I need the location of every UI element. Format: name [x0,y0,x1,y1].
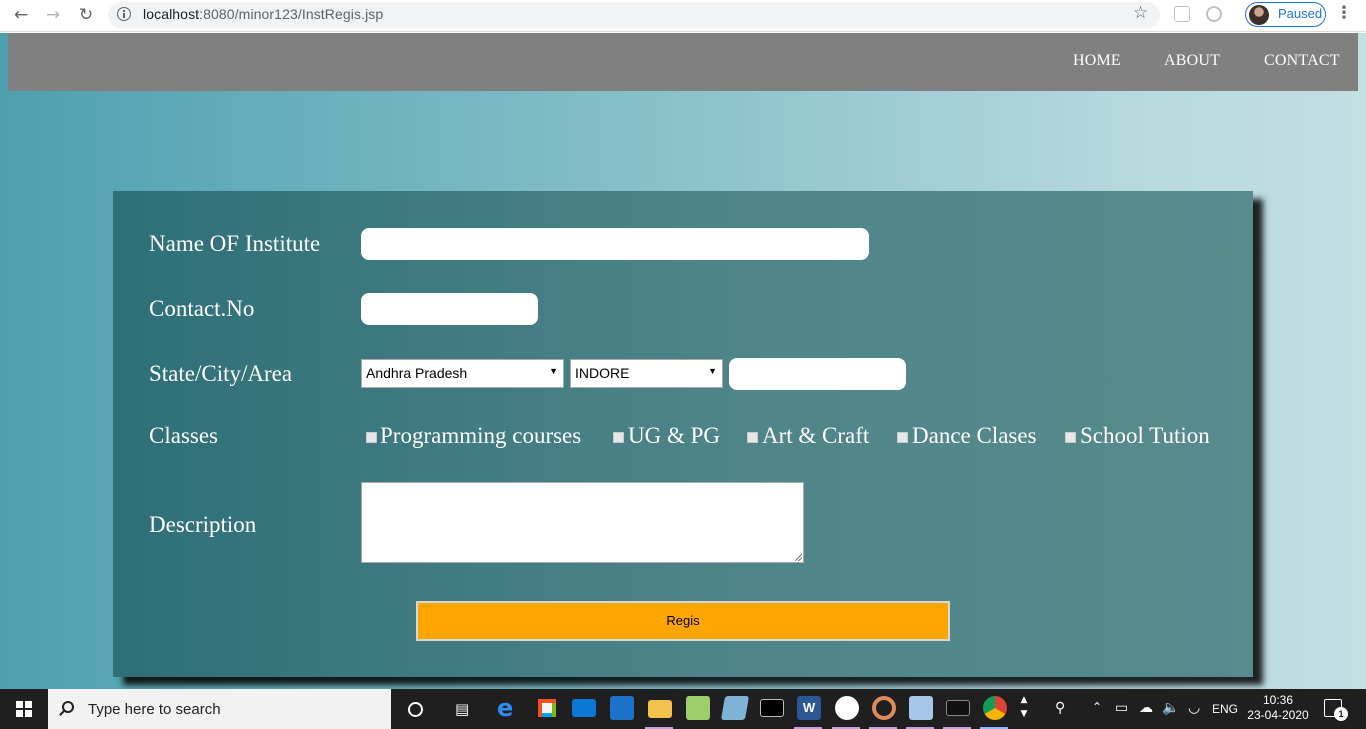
show-hidden-icons-icon[interactable]: ⌃ [1092,700,1102,714]
checkbox-label: School Tution [1080,423,1210,448]
profile-status: Paused [1278,6,1323,21]
onedrive-cloud-icon[interactable]: ☁ [1139,700,1153,716]
edge-icon[interactable]: e [497,696,521,720]
checkbox-dance-clases[interactable] [897,432,908,443]
battery-icon[interactable]: ▭ [1115,700,1128,716]
name-label: Name OF Institute [149,231,321,256]
photos-icon[interactable] [835,696,859,720]
description-textarea[interactable] [361,482,804,563]
reload-button[interactable]: ↻ [73,4,99,26]
page-background: HOME ABOUT CONTACT Name OF Institute Con… [0,33,1366,689]
nav-contact-link[interactable]: CONTACT [1264,52,1340,70]
clock-date: 23-04-2020 [1247,708,1309,722]
city-selected-value: INDORE [575,365,630,381]
onenote-icon[interactable] [720,696,750,720]
bookmark-star-icon[interactable]: ☆ [1133,3,1148,23]
checkbox-ug-pg[interactable] [613,432,624,443]
taskbar-scroll[interactable]: ▲ ▼ [1017,689,1031,729]
checkbox-label: Dance Clases [912,423,1037,448]
back-button[interactable]: ← [8,4,34,26]
avatar [1249,5,1269,25]
store-icon[interactable] [535,696,559,720]
clock-time: 10:36 [1262,693,1294,707]
address-bar[interactable]: localhost:8080/minor123/InstRegis.jsp [108,2,1160,28]
registration-form: Name OF Institute Contact.No State/City/… [113,191,1253,677]
chevron-down-icon: ▼ [708,366,717,376]
state-selected-value: Andhra Pradesh [366,365,468,381]
url-text[interactable]: localhost:8080/minor123/InstRegis.jsp [143,6,383,22]
area-input[interactable] [729,358,906,390]
extension-compass-icon[interactable] [1206,6,1222,22]
info-icon[interactable] [117,7,131,21]
description-label: Description [149,512,257,537]
classes-checkbox-group: Programming courses UG & PG Art & Craft … [361,423,1221,453]
state-select[interactable]: Andhra Pradesh ▼ [361,359,564,388]
notepad-icon[interactable] [686,696,710,720]
browser-toolbar: ← → ↻ localhost:8080/minor123/InstRegis.… [0,0,1366,32]
console-icon[interactable] [946,700,970,716]
contact-number-input[interactable] [361,293,538,325]
cortana-icon[interactable] [408,702,423,717]
institute-name-input[interactable] [361,228,869,260]
checkbox-programming-courses[interactable] [366,432,377,443]
notification-badge: 1 [1334,707,1348,721]
word-icon[interactable]: W [797,696,821,720]
site-navbar: HOME ABOUT CONTACT [8,33,1358,91]
3d-viewer-icon[interactable] [909,696,933,720]
checkbox-art-craft[interactable] [747,432,758,443]
extension-icon[interactable] [1174,6,1190,22]
volume-icon[interactable]: 🔈 [1162,700,1179,716]
clock[interactable]: 10:36 23-04-2020 [1246,693,1310,723]
location-label: State/City/Area [149,361,293,386]
input-language[interactable]: ENG [1212,702,1238,716]
audio-app-icon[interactable] [610,696,634,720]
taskbar-search-box[interactable]: Type here to search [48,689,391,729]
people-icon[interactable]: ⚲ [1055,700,1065,716]
profile-button[interactable]: Paused [1245,2,1326,27]
windows-logo-icon [16,701,32,717]
nav-about-link[interactable]: ABOUT [1164,52,1220,70]
checkbox-label: Art & Craft [762,423,870,448]
search-icon [62,701,74,713]
file-explorer-icon[interactable] [648,700,672,718]
classes-label: Classes [149,423,218,448]
checkbox-school-tution[interactable] [1065,432,1076,443]
wifi-icon[interactable]: ◡ [1188,700,1200,716]
start-button[interactable] [0,689,48,729]
nav-home-link[interactable]: HOME [1073,52,1121,70]
task-view-icon[interactable]: ▤ [455,701,473,717]
city-select[interactable]: INDORE ▼ [570,359,723,388]
menu-kebab-icon[interactable]: ⋮ [1334,3,1354,23]
checkbox-label: Programming courses [380,423,582,448]
chrome-icon[interactable] [983,696,1007,720]
terminal-icon[interactable] [760,699,784,717]
windows-taskbar: Type here to search ▤ e W ▲ ▼ ⚲ ⌃ ▭ ☁ 🔈 ◡… [0,689,1366,729]
checkbox-label: UG & PG [628,423,721,448]
resize-grip-icon[interactable] [795,554,802,561]
mail-icon[interactable] [572,699,596,717]
media-player-icon[interactable] [872,696,896,720]
contact-label: Contact.No [149,296,255,321]
chevron-down-icon: ▼ [549,366,558,376]
regis-submit-button[interactable]: Regis [416,601,950,641]
search-placeholder: Type here to search [88,701,221,718]
forward-button[interactable]: → [40,4,66,26]
